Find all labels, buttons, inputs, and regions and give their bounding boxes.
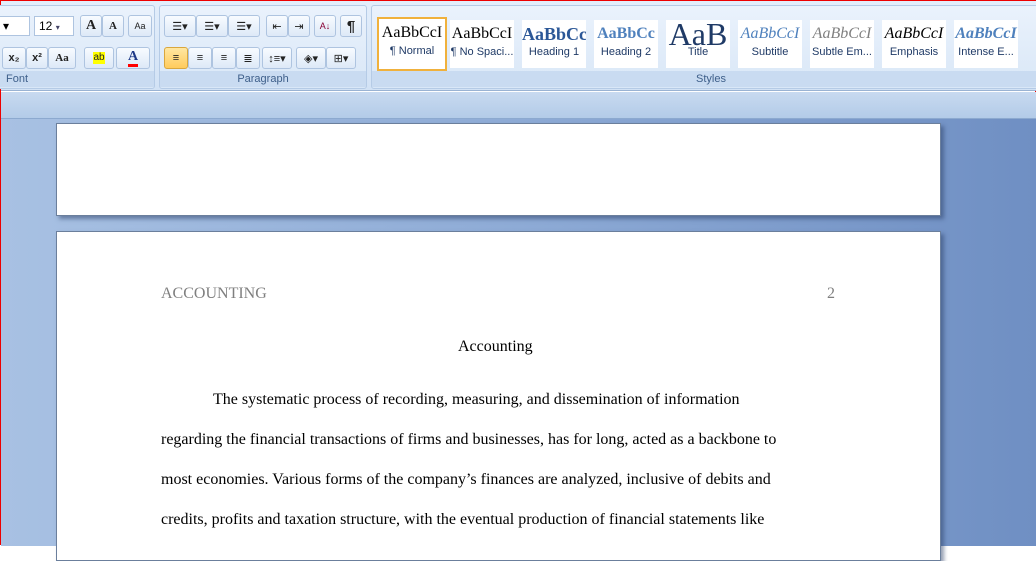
- body-line: regarding the financial transactions of …: [161, 431, 777, 448]
- sort-button[interactable]: A↓: [314, 15, 336, 37]
- paragraph-group: ☰▾ ☰▾ ☰▾ ⇤ ⇥ A↓ ¶ ≡ ≡ ≡ ≣ ↕≡▾ ◈▾ ⊞▾ Para…: [159, 5, 367, 89]
- style-3[interactable]: AaBbCc Heading 2: [594, 20, 658, 68]
- style-name: Subtle Em...: [812, 46, 872, 58]
- style-8[interactable]: AaBbCcI Intense E...: [954, 20, 1018, 68]
- font-name-select[interactable]: ▾: [0, 16, 30, 36]
- body-line: most economies. Various forms of the com…: [161, 471, 771, 488]
- style-name: ¶ Normal: [389, 45, 435, 57]
- style-name: Title: [687, 46, 709, 58]
- style-name: Emphasis: [889, 46, 939, 58]
- shading-button[interactable]: ◈▾: [296, 47, 326, 69]
- document-area: ACCOUNTING 2 Accounting The systematic p…: [1, 119, 1036, 561]
- justify-button[interactable]: ≣: [236, 47, 260, 69]
- decrease-indent-button[interactable]: ⇤: [266, 15, 288, 37]
- clear-formatting-button[interactable]: Aa: [128, 15, 152, 37]
- header-text: ACCOUNTING: [161, 285, 267, 302]
- superscript-button[interactable]: x²: [26, 47, 48, 69]
- style-preview: AaBbCcI: [812, 25, 872, 42]
- font-group: ▾ 12 ▾ A A Aa x₂ x² Aa ab A Font: [0, 5, 155, 89]
- shrink-font-button[interactable]: A: [102, 15, 124, 37]
- style-preview: AaBbCcI: [955, 25, 1017, 42]
- numbering-button[interactable]: ☰▾: [196, 15, 228, 37]
- font-size-select[interactable]: 12 ▾: [34, 16, 74, 36]
- align-left-button[interactable]: ≡: [164, 47, 188, 69]
- style-preview: AaBbCcI: [884, 25, 944, 42]
- ruler-bar: [1, 92, 1036, 119]
- style-name: Heading 1: [528, 46, 580, 58]
- style-preview: AaB: [668, 20, 728, 46]
- style-preview: AaBbCc: [522, 24, 586, 44]
- line-spacing-button[interactable]: ↕≡▾: [262, 47, 292, 69]
- styles-group: AaBbCcI ¶ Normal AaBbCcI ¶ No Spaci... AaBbC…: [371, 5, 1036, 89]
- styles-group-label: Styles: [372, 71, 1036, 87]
- align-center-button[interactable]: ≡: [188, 47, 212, 69]
- style-preview: AaBbCcI: [451, 25, 513, 42]
- bullets-button[interactable]: ☰▾: [164, 15, 196, 37]
- style-name: Subtitle: [751, 46, 789, 58]
- page-number: 2: [827, 285, 835, 302]
- style-6[interactable]: AaBbCcI Subtle Em...: [810, 20, 874, 68]
- grow-font-button[interactable]: A: [80, 15, 102, 37]
- borders-button[interactable]: ⊞▾: [326, 47, 356, 69]
- subscript-button[interactable]: x₂: [2, 47, 26, 69]
- multilevel-list-button[interactable]: ☰▾: [228, 15, 260, 37]
- change-case-button[interactable]: Aa: [48, 47, 76, 69]
- style-preview: AaBbCcI: [381, 24, 443, 41]
- document-title: Accounting: [458, 338, 533, 355]
- ribbon: ▾ 12 ▾ A A Aa x₂ x² Aa ab A Font ☰▾ ☰▾ ☰…: [0, 1, 1036, 91]
- paragraph-group-label: Paragraph: [160, 71, 366, 87]
- body-line: credits, profits and taxation structure,…: [161, 511, 765, 528]
- style-7[interactable]: AaBbCcI Emphasis: [882, 20, 946, 68]
- style-0[interactable]: AaBbCcI ¶ Normal: [377, 17, 447, 71]
- font-group-label: Font: [0, 71, 154, 87]
- increase-indent-button[interactable]: ⇥: [288, 15, 310, 37]
- page-1: [56, 123, 941, 216]
- style-1[interactable]: AaBbCcI ¶ No Spaci...: [450, 20, 514, 68]
- style-name: ¶ No Spaci...: [450, 46, 514, 58]
- body-line: The systematic process of recording, mea…: [213, 391, 740, 408]
- align-right-button[interactable]: ≡: [212, 47, 236, 69]
- style-name: Heading 2: [600, 46, 652, 58]
- style-preview: AaBbCcI: [740, 25, 800, 42]
- style-name: Intense E...: [958, 46, 1014, 58]
- style-preview: AaBbCc: [597, 25, 655, 42]
- style-2[interactable]: AaBbCc Heading 1: [522, 20, 586, 68]
- show-formatting-button[interactable]: ¶: [340, 15, 362, 37]
- style-5[interactable]: AaBbCcI Subtitle: [738, 20, 802, 68]
- style-4[interactable]: AaB Title: [666, 20, 730, 68]
- page-2: ACCOUNTING 2 Accounting The systematic p…: [56, 231, 941, 561]
- highlight-button[interactable]: ab: [84, 47, 114, 69]
- font-color-button[interactable]: A: [116, 47, 150, 69]
